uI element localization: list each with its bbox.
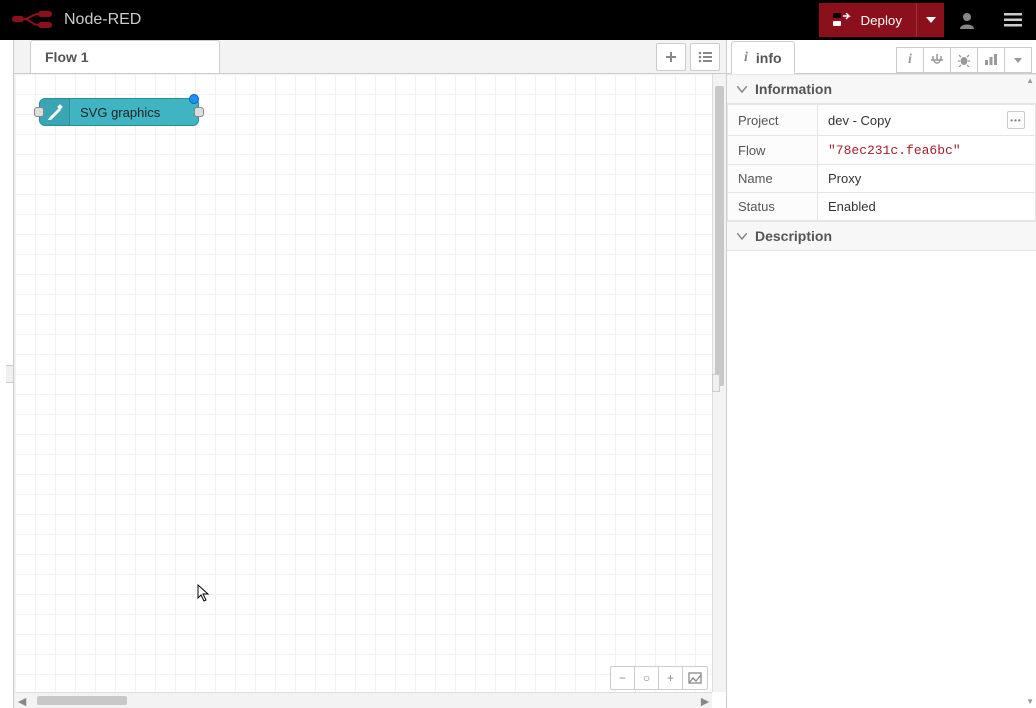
info-project-label: Project <box>728 105 818 136</box>
info-flow-label: Flow <box>728 136 818 165</box>
chevron-down-icon <box>737 86 747 93</box>
node-type-icon <box>40 99 70 125</box>
info-status-label: Status <box>728 193 818 221</box>
info-status-value: Enabled <box>818 193 1036 221</box>
canvas-horizontal-scrollbar[interactable]: ◄ ► <box>15 692 712 708</box>
nodered-logo-icon <box>12 11 54 29</box>
app-name: Node-RED <box>64 11 141 29</box>
flow-tab[interactable]: Flow 1 <box>30 40 220 73</box>
flow-tab-label: Flow 1 <box>45 49 89 65</box>
table-row: Name Proxy <box>728 165 1036 193</box>
scroll-down-indicator-icon: ▼ <box>1026 697 1034 706</box>
canvas-vertical-scrollbar[interactable] <box>712 74 726 692</box>
info-name-value: Proxy <box>818 165 1036 193</box>
chevron-down-icon <box>737 233 747 240</box>
canvas-footer-controls: − ○ + <box>610 666 708 690</box>
node-input-port[interactable] <box>34 107 44 117</box>
node-output-port[interactable] <box>194 107 204 117</box>
svg-graphics-node[interactable]: SVG graphics <box>39 98 199 126</box>
section-description-header[interactable]: Description <box>727 221 1036 251</box>
flow-list-button[interactable] <box>690 43 720 71</box>
info-flow-value-cell: "78ec231c.fea6bc" <box>818 136 1036 165</box>
node-changed-indicator-icon <box>189 94 199 104</box>
add-flow-button[interactable] <box>656 43 686 71</box>
workspace: Flow 1 SVG graphics <box>14 40 726 708</box>
h-scroll-left-arrow-icon[interactable]: ◄ <box>15 694 29 708</box>
mouse-cursor-icon <box>197 584 211 602</box>
node-label: SVG graphics <box>70 105 170 120</box>
deploy-menu-caret[interactable] <box>916 3 944 37</box>
info-project-value: dev - Copy <box>828 113 891 128</box>
sidebar-info-button[interactable]: i <box>896 47 924 73</box>
section-information-header[interactable]: Information <box>727 74 1036 104</box>
h-scroll-thumb[interactable] <box>37 696 127 705</box>
palette-toggle[interactable] <box>6 365 14 383</box>
zoom-out-button[interactable]: − <box>611 667 635 689</box>
deploy-icon <box>833 13 851 27</box>
palette-collapsed <box>0 40 14 708</box>
info-project-value-cell: dev - Copy ••• <box>818 105 1036 136</box>
info-flow-value: "78ec231c.fea6bc" <box>828 143 961 158</box>
sidebar-history-button[interactable] <box>923 47 951 73</box>
sidebar-debug-button[interactable] <box>950 47 978 73</box>
sidebar-toggle[interactable] <box>712 374 720 392</box>
flow-tabs-row: Flow 1 <box>14 40 726 74</box>
scroll-up-indicator-icon: ▲ <box>1026 76 1034 85</box>
sidebar-more-caret[interactable] <box>1004 47 1032 73</box>
info-name-label: Name <box>728 165 818 193</box>
deploy-label: Deploy <box>861 13 903 28</box>
navigator-button[interactable] <box>683 667 707 689</box>
sidebar-tab-label: info <box>756 50 782 66</box>
table-row: Flow "78ec231c.fea6bc" <box>728 136 1036 165</box>
section-description-title: Description <box>755 228 832 244</box>
zoom-in-button[interactable]: + <box>659 667 683 689</box>
h-scroll-right-arrow-icon[interactable]: ► <box>698 694 712 708</box>
project-more-button[interactable]: ••• <box>1007 111 1025 129</box>
table-row: Status Enabled <box>728 193 1036 221</box>
info-table: Project dev - Copy ••• Flow "78ec231c.fe… <box>727 104 1036 221</box>
section-information-title: Information <box>755 81 832 97</box>
user-button[interactable] <box>944 0 990 40</box>
app-header: Node-RED Deploy <box>0 0 1036 40</box>
sidebar-dashboard-button[interactable] <box>977 47 1005 73</box>
sidebar-tab-info[interactable]: i info <box>731 41 795 74</box>
description-body <box>727 251 1036 708</box>
flow-canvas[interactable]: SVG graphics <box>15 74 712 692</box>
deploy-button[interactable]: Deploy <box>819 3 917 37</box>
sidebar: i info i Information <box>726 40 1036 708</box>
main-area: Flow 1 SVG graphics <box>0 40 1036 708</box>
sidebar-tabs: i info i <box>727 40 1036 74</box>
info-icon: i <box>744 50 748 66</box>
v-scroll-thumb[interactable] <box>715 86 724 386</box>
zoom-reset-button[interactable]: ○ <box>635 667 659 689</box>
hamburger-menu-button[interactable] <box>990 0 1036 40</box>
canvas-wrap: SVG graphics ◄ ► − ○ <box>14 74 726 708</box>
table-row: Project dev - Copy ••• <box>728 105 1036 136</box>
